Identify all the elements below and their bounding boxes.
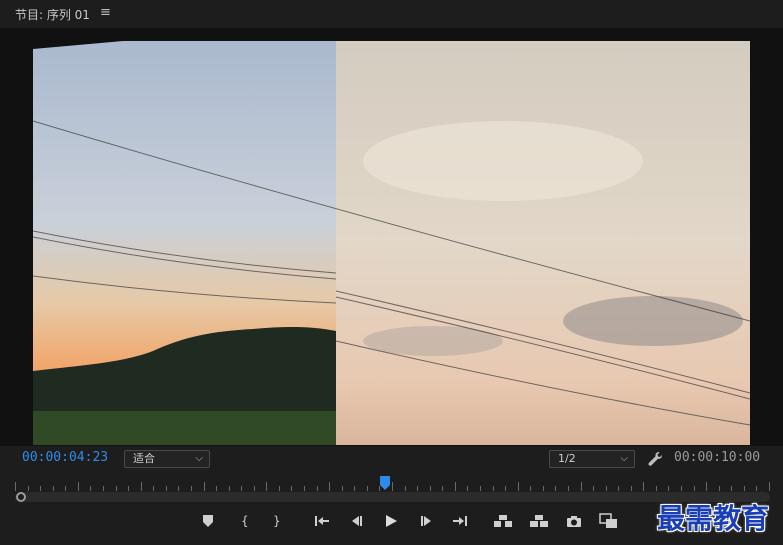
mark-out-button[interactable]: } <box>266 511 288 531</box>
step-back-icon <box>352 516 362 526</box>
playback-resolution-select[interactable]: 1/2 ⌵ <box>549 450 635 468</box>
mark-out-icon: } <box>273 514 281 528</box>
panel-header: 节目: 序列 01 ≡ <box>0 0 783 28</box>
video-frame <box>33 41 750 445</box>
fit-zoom-value: 适合 <box>133 452 155 465</box>
step-back-button[interactable] <box>345 511 367 531</box>
watermark-logo: 最需教育 <box>657 502 770 535</box>
extract-button[interactable] <box>528 511 550 531</box>
go-to-out-icon <box>453 516 467 526</box>
playhead-icon[interactable] <box>379 476 391 492</box>
add-marker-button[interactable] <box>197 511 219 531</box>
fit-zoom-select[interactable]: 适合 ⌵ <box>124 450 210 468</box>
export-frame-button[interactable] <box>563 511 585 531</box>
camera-icon <box>567 516 581 527</box>
mark-in-button[interactable]: { <box>234 511 256 531</box>
playback-resolution-value: 1/2 <box>558 452 576 465</box>
wrench-icon[interactable] <box>646 450 664 468</box>
chevron-down-icon: ⌵ <box>620 453 628 464</box>
extract-icon <box>530 515 548 527</box>
lift-icon <box>494 515 512 527</box>
play-button[interactable] <box>380 511 402 531</box>
time-ruler[interactable] <box>15 478 770 492</box>
timecode-bar <box>0 446 783 474</box>
panel-title[interactable]: 节目: 序列 01 <box>15 6 90 23</box>
hamburger-menu-icon[interactable]: ≡ <box>100 5 111 20</box>
step-forward-button[interactable] <box>416 511 438 531</box>
go-to-in-icon <box>315 516 329 526</box>
current-timecode[interactable]: 00:00:04:23 <box>22 450 108 465</box>
comparison-view-button[interactable] <box>598 511 620 531</box>
comparison-icon <box>599 513 617 528</box>
play-icon <box>386 515 397 527</box>
chevron-down-icon: ⌵ <box>195 453 203 464</box>
svg-text:{: { <box>241 514 249 528</box>
zoom-handle[interactable] <box>16 492 26 502</box>
marker-icon <box>203 515 213 527</box>
go-to-in-button[interactable] <box>311 511 333 531</box>
step-forward-icon <box>421 516 431 526</box>
duration-timecode: 00:00:10:00 <box>674 450 761 465</box>
mark-in-icon: { <box>241 514 249 528</box>
svg-text:}: } <box>273 514 281 528</box>
lift-button[interactable] <box>492 511 514 531</box>
video-frame-image <box>33 41 750 445</box>
go-to-out-button[interactable] <box>449 511 471 531</box>
